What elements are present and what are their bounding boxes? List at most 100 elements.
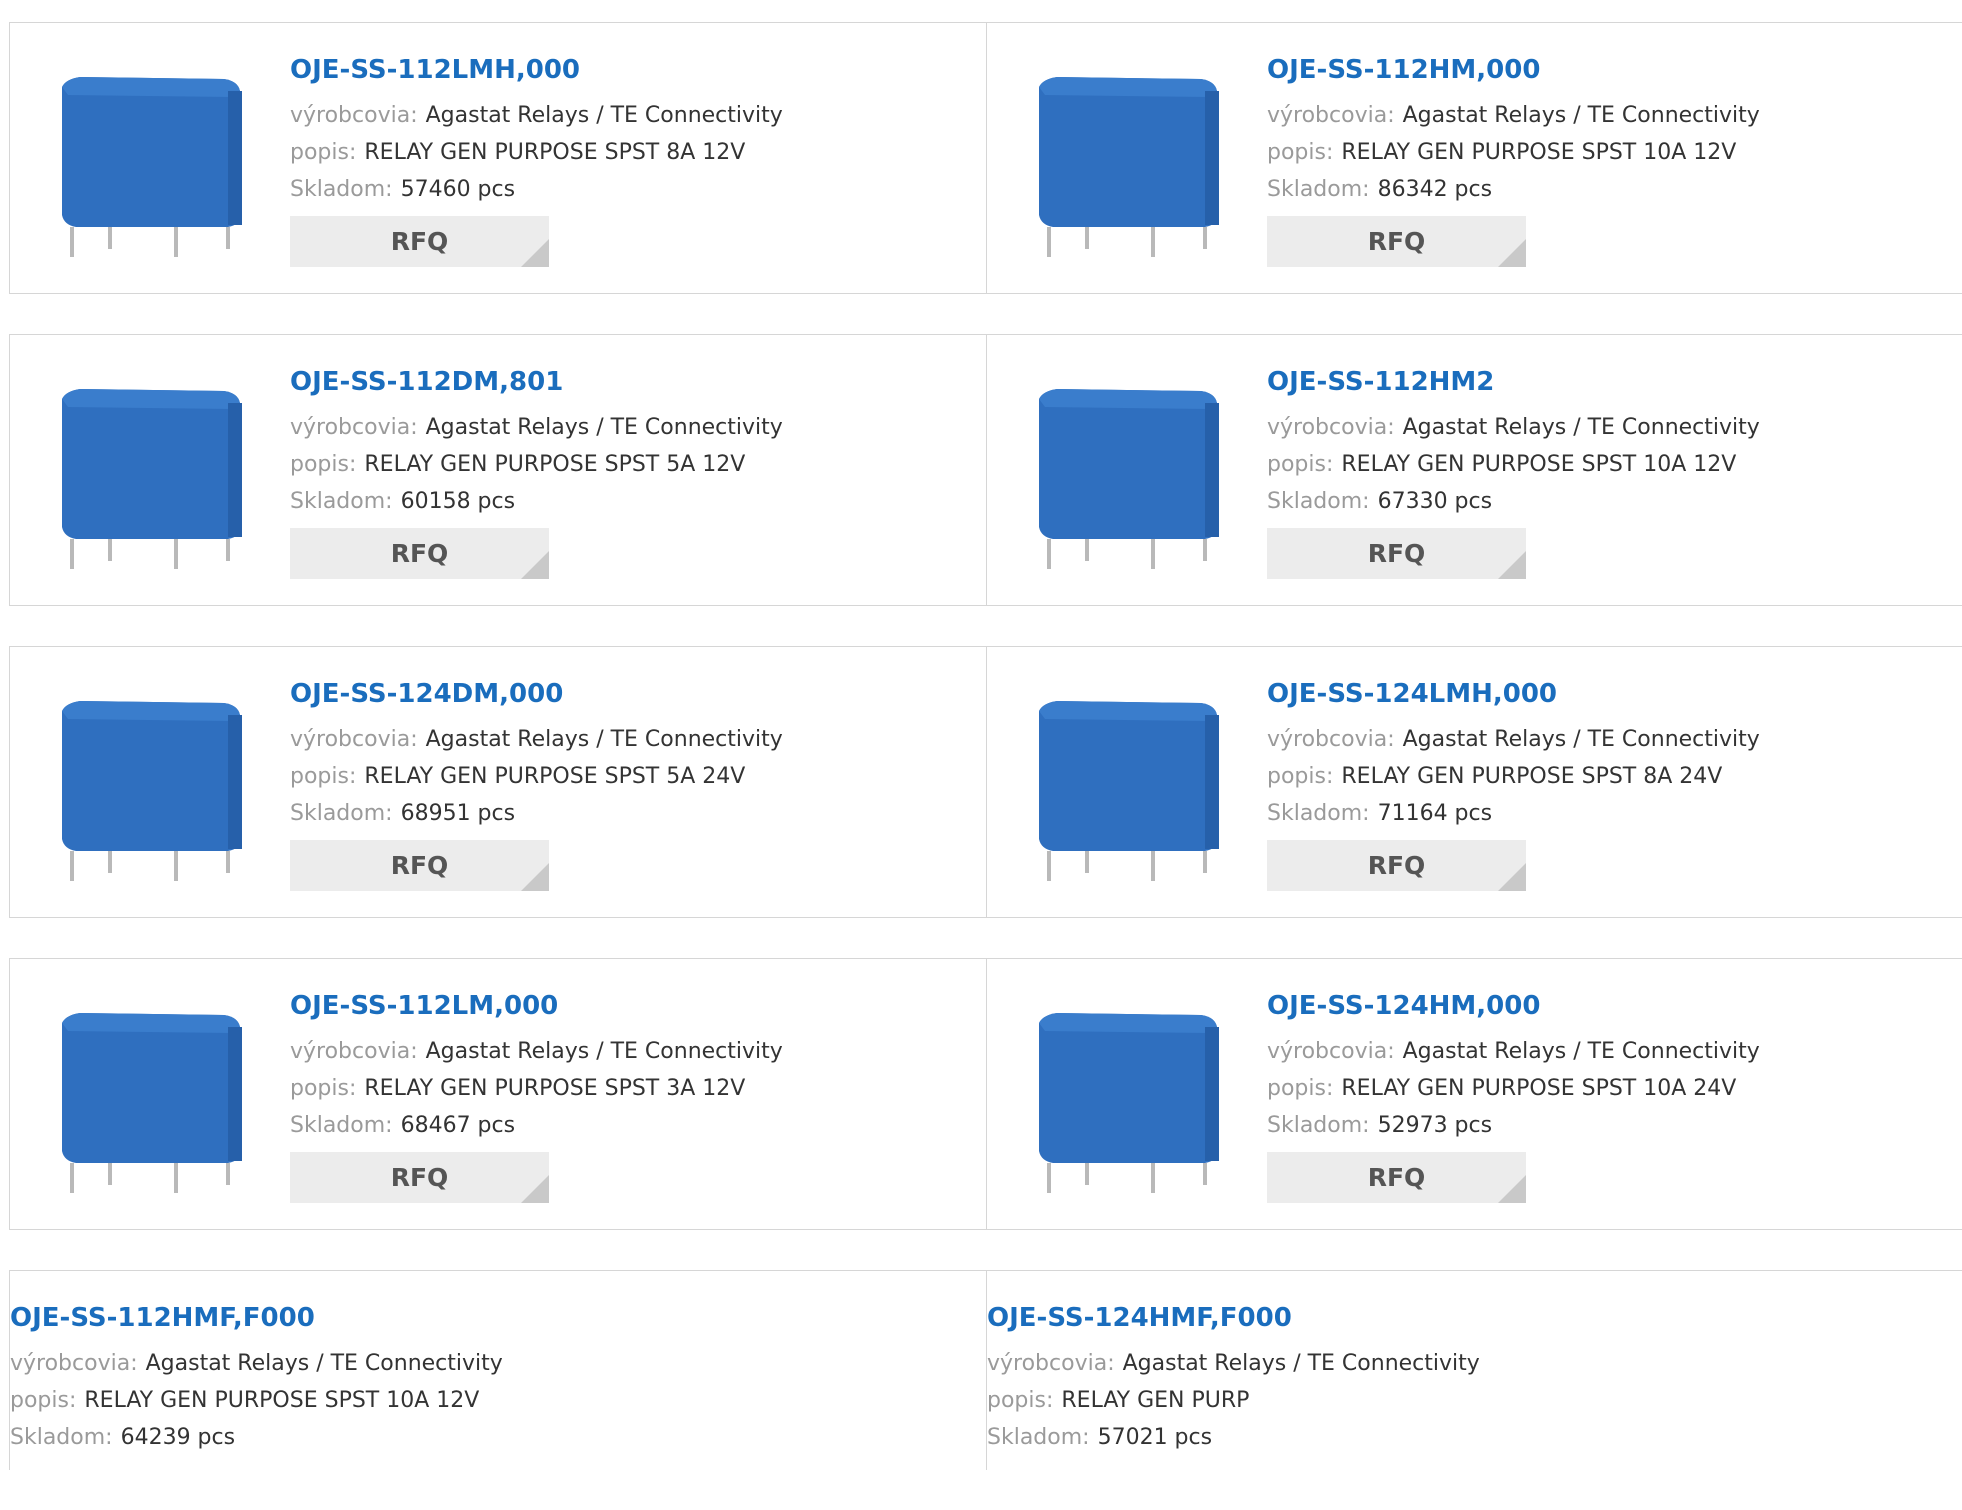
product-title-link[interactable]: OJE-SS-112HMF,F000 <box>10 1303 503 1333</box>
stock-line: Skladom: 60158 pcs <box>290 483 783 520</box>
relay-image[interactable] <box>56 65 248 265</box>
rfq-button[interactable]: RFQ <box>1267 1152 1526 1203</box>
stock-label: Skladom: <box>290 489 393 514</box>
description-label: popis: <box>1267 1076 1334 1101</box>
corner-triangle-icon <box>521 1175 549 1203</box>
stock-value: 60158 pcs <box>400 489 516 514</box>
description-label: popis: <box>1267 764 1334 789</box>
product-title-link[interactable]: OJE-SS-112HM2 <box>1267 367 1760 397</box>
manufacturer-value: Agastat Relays / TE Connectivity <box>1402 103 1760 128</box>
description-label: popis: <box>290 140 357 165</box>
description-value: RELAY GEN PURPOSE SPST 5A 12V <box>364 452 746 477</box>
manufacturer-label: výrobcovia: <box>1267 415 1395 440</box>
product-card: OJE-SS-112HM,000 výrobcovia: Agastat Rela… <box>986 23 1962 293</box>
product-info: OJE-SS-124LMH,000 výrobcovia: Agastat Rel… <box>1267 679 1760 891</box>
product-card: OJE-SS-112HM2 výrobcovia: Agastat Relays … <box>986 335 1962 605</box>
description-value: RELAY GEN PURPOSE SPST 10A 12V <box>1341 452 1737 477</box>
corner-triangle-icon <box>521 551 549 579</box>
stock-value: 52973 pcs <box>1377 1113 1493 1138</box>
product-card: OJE-SS-112LM,000 výrobcovia: Agastat Rela… <box>10 959 986 1229</box>
product-card: OJE-SS-112HMF,F000 výrobcovia: Agastat Re… <box>10 1271 986 1470</box>
description-label: popis: <box>1267 140 1334 165</box>
product-info: OJE-SS-124HMF,F000 výrobcovia: Agastat Re… <box>987 1303 1480 1456</box>
relay-image[interactable] <box>56 1001 248 1201</box>
description-line: popis: RELAY GEN PURP <box>987 1382 1480 1419</box>
product-info: OJE-SS-112HM,000 výrobcovia: Agastat Rela… <box>1267 55 1760 267</box>
product-title-link[interactable]: OJE-SS-112DM,801 <box>290 367 783 397</box>
relay-image[interactable] <box>1033 689 1225 889</box>
product-title-link[interactable]: OJE-SS-112LMH,000 <box>290 55 783 85</box>
relay-image[interactable] <box>1033 65 1225 265</box>
description-line: popis: RELAY GEN PURPOSE SPST 10A 12V <box>1267 446 1760 483</box>
product-title-link[interactable]: OJE-SS-124DM,000 <box>290 679 783 709</box>
product-row: OJE-SS-124DM,000 výrobcovia: Agastat Rela… <box>9 646 1962 918</box>
description-label: popis: <box>290 452 357 477</box>
manufacturer-line: výrobcovia: Agastat Relays / TE Connectiv… <box>290 97 783 134</box>
product-title-link[interactable]: OJE-SS-124HM,000 <box>1267 991 1760 1021</box>
description-line: popis: RELAY GEN PURPOSE SPST 10A 12V <box>10 1382 503 1419</box>
product-title-link[interactable]: OJE-SS-124HMF,F000 <box>987 1303 1480 1333</box>
description-label: popis: <box>1267 452 1334 477</box>
product-title-link[interactable]: OJE-SS-124LMH,000 <box>1267 679 1760 709</box>
manufacturer-value: Agastat Relays / TE Connectivity <box>425 103 783 128</box>
stock-label: Skladom: <box>290 1113 393 1138</box>
relay-image[interactable] <box>1033 377 1225 577</box>
product-card: OJE-SS-124DM,000 výrobcovia: Agastat Rela… <box>10 647 986 917</box>
product-card: OJE-SS-112DM,801 výrobcovia: Agastat Rela… <box>10 335 986 605</box>
stock-label: Skladom: <box>1267 801 1370 826</box>
stock-label: Skladom: <box>290 801 393 826</box>
product-info: OJE-SS-112DM,801 výrobcovia: Agastat Rela… <box>290 367 783 579</box>
manufacturer-value: Agastat Relays / TE Connectivity <box>1122 1351 1480 1376</box>
description-value: RELAY GEN PURPOSE SPST 10A 12V <box>84 1388 480 1413</box>
product-card: OJE-SS-124HM,000 výrobcovia: Agastat Rela… <box>986 959 1962 1229</box>
description-value: RELAY GEN PURPOSE SPST 5A 24V <box>364 764 746 789</box>
relay-image[interactable] <box>1033 1001 1225 1201</box>
description-line: popis: RELAY GEN PURPOSE SPST 8A 12V <box>290 134 783 171</box>
rfq-button[interactable]: RFQ <box>1267 840 1526 891</box>
stock-value: 57460 pcs <box>400 177 516 202</box>
rfq-button[interactable]: RFQ <box>290 840 549 891</box>
stock-line: Skladom: 68467 pcs <box>290 1107 783 1144</box>
stock-value: 68467 pcs <box>400 1113 516 1138</box>
product-info: OJE-SS-124HM,000 výrobcovia: Agastat Rela… <box>1267 991 1760 1203</box>
rfq-label: RFQ <box>390 539 449 568</box>
stock-value: 68951 pcs <box>400 801 516 826</box>
manufacturer-label: výrobcovia: <box>1267 103 1395 128</box>
manufacturer-line: výrobcovia: Agastat Relays / TE Connectiv… <box>987 1345 1480 1382</box>
manufacturer-line: výrobcovia: Agastat Relays / TE Connectiv… <box>1267 97 1760 134</box>
description-line: popis: RELAY GEN PURPOSE SPST 3A 12V <box>290 1070 783 1107</box>
product-row: OJE-SS-112LMH,000 výrobcovia: Agastat Rel… <box>9 22 1962 294</box>
manufacturer-value: Agastat Relays / TE Connectivity <box>1402 415 1760 440</box>
stock-label: Skladom: <box>1267 489 1370 514</box>
manufacturer-line: výrobcovia: Agastat Relays / TE Connectiv… <box>290 1033 783 1070</box>
description-value: RELAY GEN PURPOSE SPST 3A 12V <box>364 1076 746 1101</box>
product-title-link[interactable]: OJE-SS-112HM,000 <box>1267 55 1760 85</box>
corner-triangle-icon <box>521 239 549 267</box>
description-line: popis: RELAY GEN PURPOSE SPST 10A 24V <box>1267 1070 1760 1107</box>
relay-image[interactable] <box>56 689 248 889</box>
rfq-button[interactable]: RFQ <box>290 1152 549 1203</box>
relay-image[interactable] <box>56 377 248 577</box>
rfq-label: RFQ <box>1367 851 1426 880</box>
manufacturer-value: Agastat Relays / TE Connectivity <box>425 727 783 752</box>
stock-label: Skladom: <box>1267 177 1370 202</box>
product-title-link[interactable]: OJE-SS-112LM,000 <box>290 991 783 1021</box>
manufacturer-label: výrobcovia: <box>10 1351 138 1376</box>
product-info: OJE-SS-112LM,000 výrobcovia: Agastat Rela… <box>290 991 783 1203</box>
stock-value: 67330 pcs <box>1377 489 1493 514</box>
description-value: RELAY GEN PURPOSE SPST 10A 24V <box>1341 1076 1737 1101</box>
rfq-button[interactable]: RFQ <box>290 528 549 579</box>
rfq-button[interactable]: RFQ <box>1267 216 1526 267</box>
rfq-button[interactable]: RFQ <box>1267 528 1526 579</box>
manufacturer-value: Agastat Relays / TE Connectivity <box>1402 727 1760 752</box>
stock-line: Skladom: 64239 pcs <box>10 1419 503 1456</box>
corner-triangle-icon <box>1498 863 1526 891</box>
manufacturer-line: výrobcovia: Agastat Relays / TE Connectiv… <box>10 1345 503 1382</box>
description-value: RELAY GEN PURPOSE SPST 8A 24V <box>1341 764 1723 789</box>
manufacturer-label: výrobcovia: <box>1267 727 1395 752</box>
description-value: RELAY GEN PURPOSE SPST 8A 12V <box>364 140 746 165</box>
product-card: OJE-SS-124LMH,000 výrobcovia: Agastat Rel… <box>986 647 1962 917</box>
stock-line: Skladom: 86342 pcs <box>1267 171 1760 208</box>
rfq-button[interactable]: RFQ <box>290 216 549 267</box>
product-info: OJE-SS-124DM,000 výrobcovia: Agastat Rela… <box>290 679 783 891</box>
